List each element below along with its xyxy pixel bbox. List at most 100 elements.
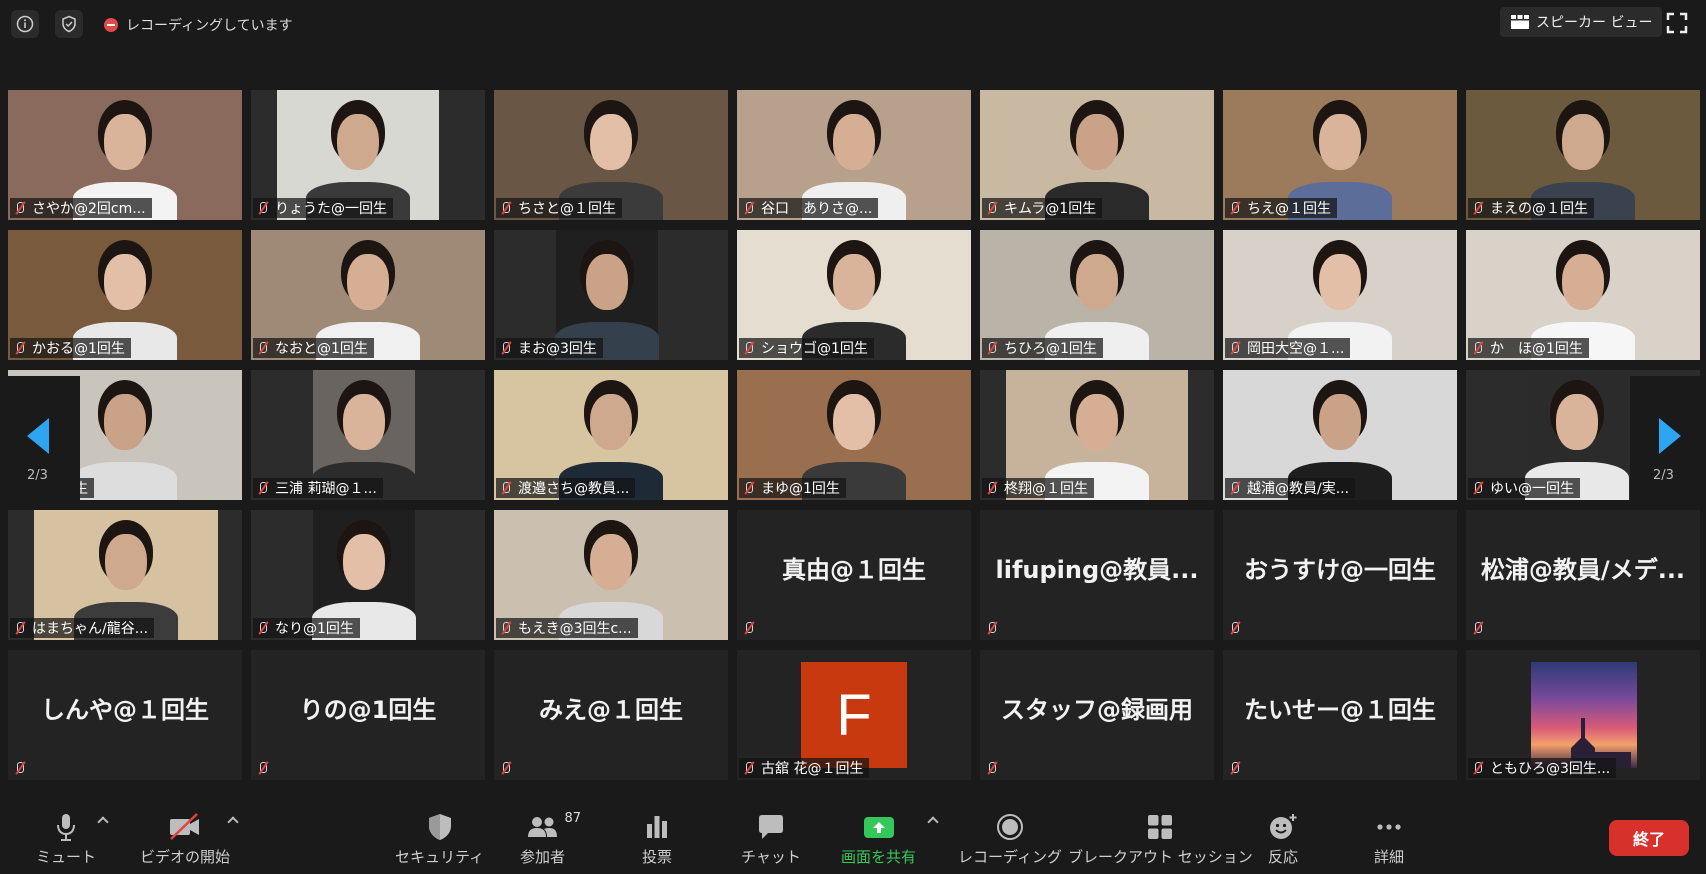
avatar-sunset-church-image xyxy=(1531,662,1637,768)
participant-video-tile[interactable]: ちひろ@1回生 xyxy=(980,230,1214,360)
polls-button[interactable]: 投票 xyxy=(642,810,672,867)
muted-mic-icon xyxy=(498,340,514,356)
participant-video-tile[interactable]: まえの@１回生 xyxy=(1466,90,1700,220)
participant-video-tile[interactable]: さやか@2回cm... xyxy=(8,90,242,220)
video-options-chevron-icon[interactable] xyxy=(228,814,238,824)
participant-name: かおる@1回生 xyxy=(32,341,125,357)
participant-video-tile[interactable]: なり@1回生 xyxy=(251,510,485,640)
start-video-label: ビデオの開始 xyxy=(140,848,231,866)
gallery-grid: さやか@2回cm... りょうた@一回生 ちさと@１回生 谷口 ありさ@... キムラ@… xyxy=(8,90,1704,785)
security-button[interactable]: セキュリティ xyxy=(395,810,484,867)
participant-name-tile[interactable]: たいせー@１回生 xyxy=(1223,650,1457,780)
participant-nameplate: 越浦@教員/実... xyxy=(1225,478,1356,498)
participant-face xyxy=(1076,114,1118,170)
participant-name: 柊翔@１回生 xyxy=(1004,481,1088,497)
muted-mic-icon xyxy=(255,480,271,496)
speaker-view-button[interactable]: スピーカー ビュー xyxy=(1500,7,1663,37)
previous-page-button[interactable]: 2/3 xyxy=(0,376,80,500)
participant-video-tile[interactable]: 谷口 ありさ@... xyxy=(737,90,971,220)
info-icon[interactable] xyxy=(11,10,39,38)
participant-face xyxy=(347,254,389,310)
participants-label: 参加者 xyxy=(520,848,566,866)
participant-nameplate: さやか@2回cm... xyxy=(10,198,152,218)
muted-mic-icon xyxy=(498,480,514,496)
participant-nameplate: 柊翔@１回生 xyxy=(982,478,1094,498)
participant-name-tile[interactable]: りの@1回生 xyxy=(251,650,485,780)
participant-video-tile[interactable]: はまちゃん/龍谷... xyxy=(8,510,242,640)
participant-display-name: たいせー@１回生 xyxy=(1244,696,1436,724)
participant-face xyxy=(1556,394,1598,450)
recording-dot-icon xyxy=(104,18,118,32)
recording-indicator[interactable]: レコーディングしています xyxy=(104,15,293,35)
participant-nameplate: ともひろ@3回生... xyxy=(1468,758,1617,778)
participant-avatar-tile[interactable]: ともひろ@3回生... xyxy=(1466,650,1700,780)
breakout-rooms-button[interactable]: ブレークアウト セッション xyxy=(1068,810,1253,867)
chat-button[interactable]: チャット xyxy=(741,810,801,867)
muted-mic-icon xyxy=(1227,620,1243,636)
participant-name-tile[interactable]: おうすけ@一回生 xyxy=(1223,510,1457,640)
polls-label: 投票 xyxy=(642,848,673,866)
participant-video-tile[interactable]: まゆ@1回生 xyxy=(737,370,971,500)
polls-bar-icon xyxy=(643,810,671,844)
participant-name: 岡田大空@１... xyxy=(1247,341,1345,357)
participant-nameplate: もえき@3回生c... xyxy=(496,618,638,638)
participant-name: さやか@2回cm... xyxy=(32,201,146,217)
more-button[interactable]: 詳細 xyxy=(1374,810,1404,867)
participant-face xyxy=(833,254,875,310)
participant-video-tile[interactable]: かおる@1回生 xyxy=(8,230,242,360)
participant-nameplate: 古舘 花@１回生 xyxy=(739,758,870,778)
participant-name: キムラ@1回生 xyxy=(1004,201,1097,217)
participant-video-tile[interactable]: 岡田大空@１... xyxy=(1223,230,1457,360)
participant-video-tile[interactable]: まお@3回生 xyxy=(494,230,728,360)
participant-video-tile[interactable]: りょうた@一回生 xyxy=(251,90,485,220)
recording-button[interactable]: レコーディング xyxy=(958,810,1062,867)
participant-video-tile[interactable]: 柊翔@１回生 xyxy=(980,370,1214,500)
participant-nameplate: ちえ@１回生 xyxy=(1225,198,1337,218)
recording-label: レコーディング xyxy=(958,848,1062,866)
participant-name-tile[interactable]: スタッフ@録画用 xyxy=(980,650,1214,780)
breakout-label: ブレークアウト セッション xyxy=(1068,848,1253,866)
muted-mic-icon xyxy=(741,340,757,356)
participant-nameplate: 谷口 ありさ@... xyxy=(739,198,879,218)
participant-video-tile[interactable]: 三浦 莉瑚@１... xyxy=(251,370,485,500)
participant-name-tile[interactable]: みえ@１回生 xyxy=(494,650,728,780)
participant-name: 渡邉さち@教員... xyxy=(518,481,630,497)
participant-face xyxy=(105,534,147,590)
participant-video-tile[interactable]: ちさと@１回生 xyxy=(494,90,728,220)
encryption-shield-icon[interactable] xyxy=(55,10,83,38)
participant-name-tile[interactable]: lifuping@教員... xyxy=(980,510,1214,640)
participant-video-tile[interactable]: か ほ@1回生 xyxy=(1466,230,1700,360)
participants-button[interactable]: 87 参加者 xyxy=(520,810,581,867)
participant-face xyxy=(1562,114,1604,170)
mute-button[interactable]: ミュート xyxy=(36,810,96,867)
participant-video-tile[interactable]: ショウゴ@1回生 xyxy=(737,230,971,360)
share-screen-button[interactable]: 画面を共有 xyxy=(841,810,916,867)
muted-mic-icon xyxy=(1227,340,1243,356)
participant-name-tile[interactable]: 松浦@教員/メデ... xyxy=(1466,510,1700,640)
participant-video-tile[interactable]: 越浦@教員/実... xyxy=(1223,370,1457,500)
participant-name: まえの@１回生 xyxy=(1490,201,1588,217)
end-meeting-button[interactable]: 終了 xyxy=(1609,820,1689,856)
participant-video-tile[interactable]: キムラ@1回生 xyxy=(980,90,1214,220)
participant-video-tile[interactable]: もえき@3回生c... xyxy=(494,510,728,640)
participant-video-tile[interactable]: 渡邉さち@教員... xyxy=(494,370,728,500)
participant-nameplate: ちさと@１回生 xyxy=(496,198,622,218)
avatar-letter: F xyxy=(801,662,907,768)
participant-name-tile[interactable]: 真由@１回生 xyxy=(737,510,971,640)
fullscreen-icon[interactable] xyxy=(1666,12,1688,34)
participant-nameplate: ちひろ@1回生 xyxy=(982,338,1103,358)
reactions-button[interactable]: 反応 xyxy=(1267,810,1299,867)
audio-options-chevron-icon[interactable] xyxy=(98,814,108,824)
participant-name-tile[interactable]: しんや@１回生 xyxy=(8,650,242,780)
more-dots-icon xyxy=(1374,810,1404,844)
participant-name: はまちゃん/龍谷... xyxy=(32,621,149,637)
share-screen-icon xyxy=(862,810,896,844)
share-options-chevron-icon[interactable] xyxy=(928,814,938,824)
participant-face xyxy=(590,394,632,450)
participant-video-tile[interactable]: ちえ@１回生 xyxy=(1223,90,1457,220)
muted-mic-icon xyxy=(741,480,757,496)
next-page-button[interactable]: 2/3 xyxy=(1630,376,1706,500)
start-video-button[interactable]: ビデオの開始 xyxy=(140,810,230,867)
participant-video-tile[interactable]: なおと@1回生 xyxy=(251,230,485,360)
participant-avatar-tile[interactable]: F 古舘 花@１回生 xyxy=(737,650,971,780)
